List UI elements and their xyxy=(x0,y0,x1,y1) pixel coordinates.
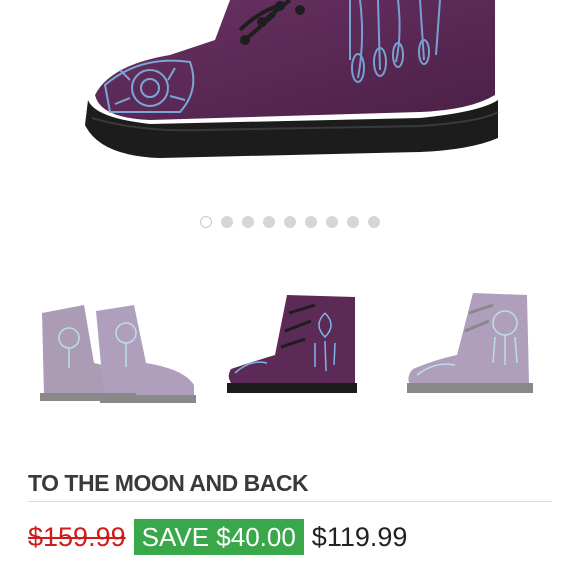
boot-back-image xyxy=(407,293,533,393)
carousel-dot-6[interactable] xyxy=(305,216,317,228)
original-price: $159.99 xyxy=(28,521,126,552)
product-title: TO THE MOON AND BACK xyxy=(28,470,309,496)
save-badge: SAVE $40.00 xyxy=(133,519,304,555)
thumbnail-pair[interactable] xyxy=(34,283,204,413)
carousel-dot-1[interactable] xyxy=(200,216,212,228)
carousel-dot-3[interactable] xyxy=(242,216,254,228)
thumbnail-side[interactable] xyxy=(205,283,375,413)
thumbnail-back[interactable] xyxy=(395,283,565,413)
hero-product-image[interactable] xyxy=(0,0,580,200)
title-divider xyxy=(28,501,552,502)
carousel-dot-4[interactable] xyxy=(263,216,275,228)
carousel-dot-8[interactable] xyxy=(347,216,359,228)
price-row: $159.99 SAVE $40.00 $119.99 xyxy=(28,519,407,555)
sale-price: $119.99 xyxy=(311,521,408,552)
boot-pair-image xyxy=(40,305,196,403)
boot-illustration xyxy=(85,0,499,158)
carousel-dot-5[interactable] xyxy=(284,216,296,228)
carousel-dot-2[interactable] xyxy=(221,216,233,228)
boot-side-image xyxy=(227,295,357,393)
carousel-dot-9[interactable] xyxy=(368,216,380,228)
carousel-dots xyxy=(0,216,580,228)
carousel-dot-7[interactable] xyxy=(326,216,338,228)
